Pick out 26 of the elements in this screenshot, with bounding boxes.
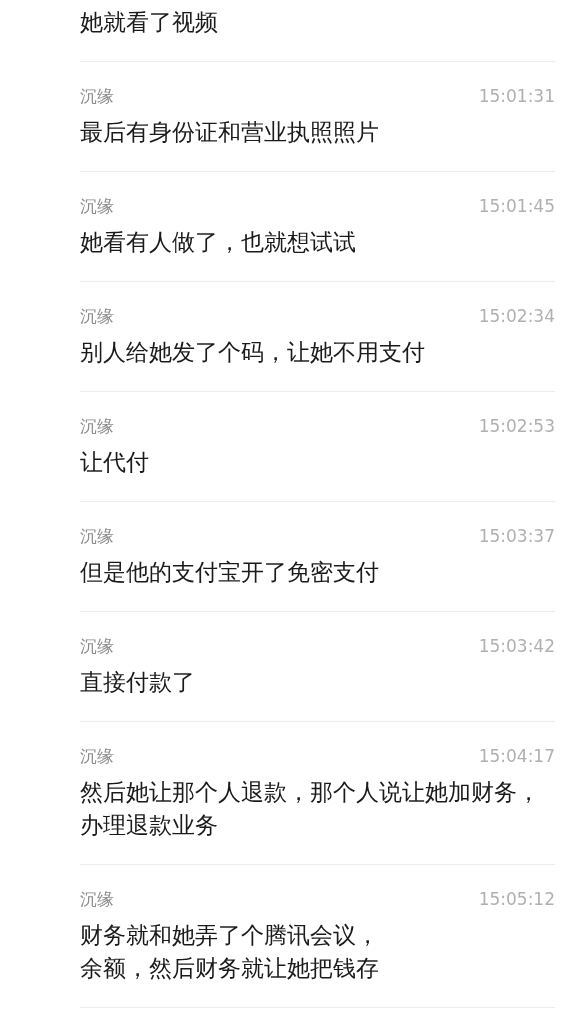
sender-name: 沉缘 bbox=[80, 744, 114, 768]
message-time: 15:02:34 bbox=[478, 306, 555, 326]
message-text: 但是他的支付宝开了免密支付 bbox=[80, 558, 380, 587]
message-time: 15:01:31 bbox=[478, 86, 555, 106]
message-time: 15:02:53 bbox=[478, 416, 555, 436]
sender-name: 沉缘 bbox=[80, 887, 114, 911]
sender-name: 沉缘 bbox=[80, 304, 114, 328]
message-time: 15:03:42 bbox=[478, 636, 555, 656]
message-text: 她看有人做了，也就想试试 bbox=[80, 228, 357, 257]
message-text: 让代付 bbox=[80, 448, 150, 477]
sender-name: 沉缘 bbox=[80, 194, 114, 218]
message-time: 15:04:17 bbox=[478, 746, 555, 766]
message-time: 15:01:45 bbox=[478, 196, 555, 216]
message-text: 最后有身份证和营业执照照片 bbox=[80, 118, 380, 147]
message-text: 然后她让那个人退款，那个人说让她加财务，办理退款业务 bbox=[80, 778, 541, 840]
sender-name: 沉缘 bbox=[80, 414, 114, 438]
sender-name: 沉缘 bbox=[80, 634, 114, 658]
message-text: 别人给她发了个码，让她不用支付 bbox=[80, 338, 426, 367]
message-text: 她就看了视频 bbox=[80, 8, 219, 37]
message-text: 财务就和她弄了个腾讯会议， bbox=[80, 921, 380, 950]
message-text: 直接付款了 bbox=[80, 668, 196, 697]
message-time: 15:03:37 bbox=[478, 526, 555, 546]
message-time: 15:05:12 bbox=[478, 889, 555, 909]
sender-name: 沉缘 bbox=[80, 84, 114, 108]
sender-name: 沉缘 bbox=[80, 524, 114, 548]
message-text: 余额，然后财务就让她把钱存 bbox=[80, 954, 380, 983]
